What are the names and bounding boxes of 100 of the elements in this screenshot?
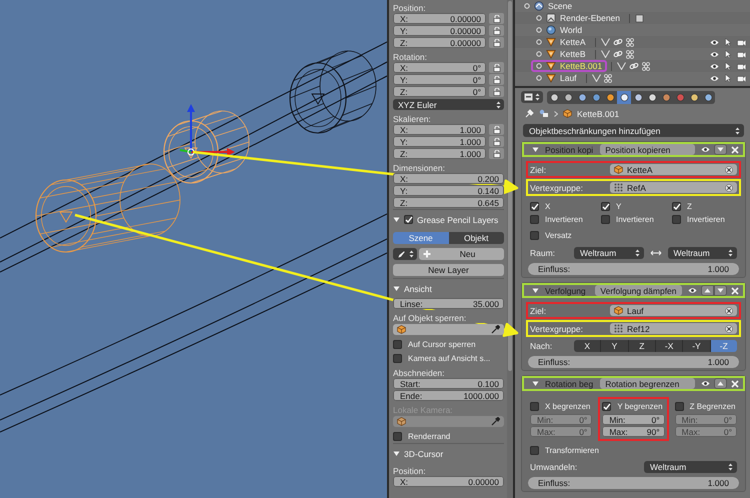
checkbox[interactable] — [530, 215, 539, 224]
number-field[interactable]: Z: 0° — [393, 86, 486, 97]
camera-icon[interactable] — [737, 38, 746, 46]
axis-option[interactable]: Z — [628, 340, 656, 352]
checkbox[interactable] — [672, 215, 681, 224]
constraint-name-field[interactable]: Verfolgung dämpfen — [595, 285, 682, 296]
lock-toggle[interactable] — [489, 13, 504, 24]
checkbox[interactable] — [530, 202, 539, 211]
number-field[interactable]: Y: 0° — [393, 74, 486, 85]
pencil-dropdown[interactable] — [393, 248, 417, 260]
number-field[interactable]: Y: 0.00000 — [393, 25, 486, 36]
object-field[interactable] — [393, 324, 504, 335]
outliner-item[interactable]: Render-Ebenen — [560, 13, 620, 23]
clear-icon[interactable] — [725, 166, 733, 174]
checkbox-label[interactable]: X — [545, 202, 550, 211]
clear-icon[interactable] — [725, 306, 733, 314]
number-field[interactable]: Linse: 35.000 — [393, 298, 504, 309]
disclosure-triangle-icon[interactable] — [532, 287, 539, 294]
checkbox-label[interactable]: Y begrenzen — [617, 402, 663, 411]
vertex-group-field[interactable]: RefA — [610, 182, 737, 193]
scrollbar-thumb[interactable] — [508, 1, 512, 371]
editor-type-dropdown[interactable] — [521, 91, 543, 103]
outliner-item[interactable]: KetteB — [560, 49, 586, 59]
target-field[interactable]: KetteA — [610, 164, 737, 175]
lock-toggle[interactable] — [489, 86, 504, 97]
checkbox-label[interactable]: Auf Cursor sperren — [408, 340, 476, 348]
disclosure-triangle-icon[interactable] — [393, 216, 400, 223]
new-button[interactable]: Neu — [419, 248, 504, 260]
axis-option[interactable]: -X — [656, 340, 684, 352]
camera-icon[interactable] — [737, 50, 746, 58]
checkbox[interactable] — [393, 354, 402, 362]
close-icon[interactable] — [731, 286, 739, 294]
checkbox[interactable] — [602, 402, 612, 411]
eyedropper-icon[interactable] — [491, 325, 500, 334]
checkbox[interactable] — [674, 402, 684, 411]
checkbox-label[interactable]: Invertieren — [687, 215, 725, 224]
outliner-item[interactable]: KetteA — [560, 37, 586, 47]
tab[interactable]: Objekt — [448, 232, 504, 244]
target-field[interactable]: Lauf — [610, 305, 737, 316]
number-field[interactable]: X: 0.200 — [393, 173, 504, 184]
object-tab[interactable] — [603, 90, 617, 104]
lock-toggle[interactable] — [489, 62, 504, 73]
constraints-tab[interactable] — [617, 90, 631, 104]
new-layer-button[interactable]: New Layer — [393, 264, 504, 276]
number-field[interactable]: X: 0.00000 — [393, 13, 486, 24]
number-field[interactable]: Y: 1.000 — [393, 136, 486, 147]
constraint-name-field[interactable]: Rotation begrenzen — [600, 378, 695, 389]
move-down-button[interactable] — [714, 144, 727, 155]
clear-icon[interactable] — [725, 324, 733, 332]
number-field[interactable]: X: 0° — [393, 62, 486, 73]
number-field[interactable]: Y: 0.140 — [393, 185, 504, 196]
outliner-item[interactable]: Lauf — [560, 73, 577, 83]
number-field[interactable]: Max: 90° — [602, 426, 665, 437]
axis-option[interactable]: -Y — [683, 340, 711, 352]
vertex-group-field[interactable]: Ref12 — [610, 323, 737, 334]
checkbox-label[interactable]: Invertieren — [545, 215, 583, 224]
checkbox-label[interactable]: Versatz — [545, 231, 572, 240]
camera-icon[interactable] — [737, 74, 746, 82]
space-dropdown[interactable]: Weltraum — [574, 247, 644, 259]
eye-icon[interactable] — [710, 38, 719, 46]
eye-icon[interactable] — [688, 287, 697, 294]
checkbox-label[interactable]: Renderrand — [408, 432, 450, 440]
checkbox[interactable] — [530, 446, 539, 454]
checkbox-label[interactable]: Transformieren — [545, 446, 599, 454]
disclosure-triangle-icon[interactable] — [532, 146, 539, 153]
space-dropdown[interactable]: Weltraum — [668, 247, 737, 259]
close-icon[interactable] — [731, 146, 739, 154]
move-up-button[interactable] — [701, 285, 714, 296]
lock-toggle[interactable] — [489, 124, 504, 135]
lock-toggle[interactable] — [489, 148, 504, 159]
checkbox-label[interactable]: X begrenzen — [545, 402, 590, 411]
influence-slider[interactable]: Einfluss: 1.000 — [528, 477, 739, 489]
clear-icon[interactable] — [725, 184, 733, 192]
constraint-name-field[interactable]: Position kopieren — [600, 144, 695, 155]
number-field[interactable]: Z: 0.645 — [393, 197, 504, 208]
number-field[interactable]: Start: 0.100 — [393, 378, 504, 389]
add-constraint-dropdown[interactable]: Objektbeschränkungen hinzufügen — [523, 124, 744, 137]
outliner-item[interactable]: Scene — [548, 1, 572, 11]
disclosure-triangle-icon[interactable] — [393, 285, 400, 292]
modifiers-tab[interactable] — [631, 90, 645, 104]
number-field[interactable]: X: 1.000 — [393, 124, 486, 135]
move-down-button[interactable] — [714, 285, 727, 296]
number-field[interactable]: X: 0.00000 — [393, 476, 504, 487]
influence-slider[interactable]: Einfluss: 1.000 — [528, 356, 739, 368]
disclosure-triangle-icon[interactable] — [393, 450, 400, 457]
checkbox[interactable] — [393, 340, 402, 348]
checkbox[interactable] — [601, 202, 610, 211]
checkbox[interactable] — [672, 202, 681, 211]
physics-tab[interactable] — [701, 90, 715, 104]
camera-icon[interactable] — [737, 62, 746, 70]
eye-icon[interactable] — [701, 380, 710, 387]
axis-option[interactable]: Y — [601, 340, 629, 352]
lock-toggle[interactable] — [489, 25, 504, 36]
rotation-mode-dropdown[interactable]: XYZ Euler — [393, 99, 504, 110]
disclosure-triangle-icon[interactable] — [532, 380, 539, 387]
checkbox[interactable] — [404, 215, 413, 224]
checkbox-label[interactable]: Z Begrenzen — [690, 402, 736, 411]
close-icon[interactable] — [731, 380, 739, 388]
outliner-item[interactable]: KetteB.001 — [560, 61, 602, 71]
space-dropdown[interactable]: Weltraum — [644, 461, 737, 473]
